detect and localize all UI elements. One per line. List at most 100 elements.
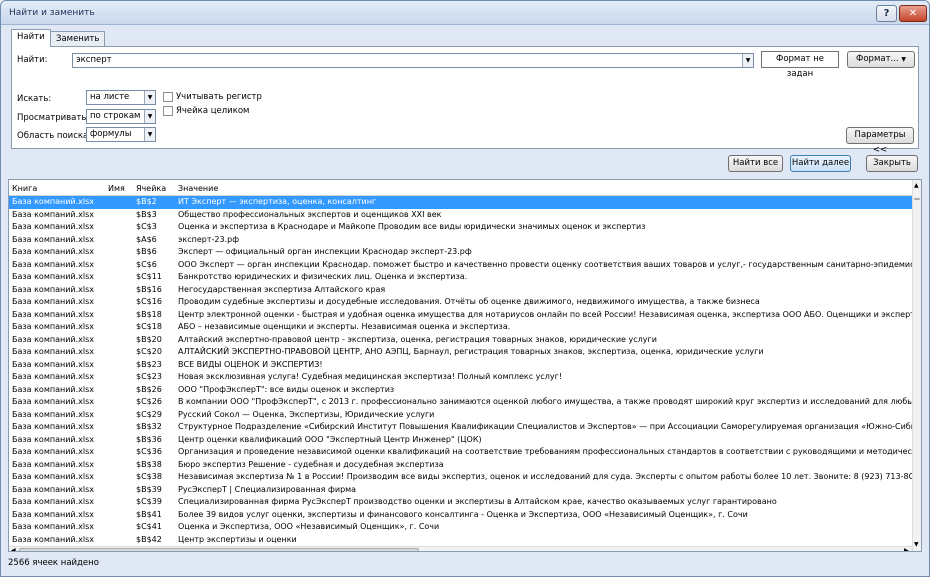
horizontal-scroll-thumb[interactable] <box>19 548 419 551</box>
scroll-left-icon[interactable]: ◀ <box>11 547 16 551</box>
vertical-scroll-thumb[interactable] <box>914 198 920 200</box>
table-row[interactable]: База компаний.xlsx $C$11 Банкротство юриди… <box>9 271 912 284</box>
row-value: ИТ Эксперт — экспертиза, оценка, консалт… <box>178 197 377 206</box>
row-book: База компаний.xlsx <box>12 297 95 306</box>
table-row[interactable]: База компаний.xlsx $C$16 Проводим судебные… <box>9 296 912 309</box>
table-row[interactable]: База компаний.xlsx $C$6 ООО Эксперт — орга… <box>9 259 912 272</box>
row-cell: $B$41 <box>136 509 162 519</box>
row-cell: $B$26 <box>136 384 162 394</box>
find-next-button[interactable]: Найти далее <box>790 155 851 172</box>
table-row[interactable]: База компаний.xlsx $B$42 Центр экспертизы … <box>9 534 912 547</box>
within-select[interactable]: на листе ▼ <box>86 90 156 105</box>
table-row[interactable]: База компаний.xlsx $B$3 Общество профессио… <box>9 209 912 222</box>
scroll-up-icon[interactable]: ▲ <box>914 182 919 189</box>
format-button[interactable]: Формат... ▼ <box>847 51 915 68</box>
table-row[interactable]: База компаний.xlsx $B$23 ВСЕ ВИДЫ ОЦЕНОК И… <box>9 359 912 372</box>
row-value: ООО Эксперт — орган инспекции Краснодар.… <box>178 259 912 269</box>
help-button[interactable]: ? <box>876 5 897 22</box>
row-value: Структурное Подразделение «Сибирский Инс… <box>178 422 912 431</box>
close-window-button[interactable]: ✕ <box>899 5 927 22</box>
row-cell: $B$6 <box>136 247 157 256</box>
close-button[interactable]: Закрыть <box>866 155 918 172</box>
table-row[interactable]: База компаний.xlsx $C$36 Организация и про… <box>9 446 912 459</box>
row-value: Независимая экспертиза № 1 в России! Про… <box>178 472 912 481</box>
find-all-button[interactable]: Найти все <box>728 155 783 172</box>
find-input[interactable]: эксперт ▼ <box>72 53 754 68</box>
row-cell: $B$3 <box>136 209 157 219</box>
horizontal-scrollbar[interactable]: ◀ ▶ <box>9 546 912 551</box>
match-case-checkbox[interactable] <box>163 92 173 102</box>
table-row[interactable]: База компаний.xlsx $C$26 В компании ООО "П… <box>9 396 912 409</box>
tab-replace[interactable]: Заменить <box>50 31 106 47</box>
row-book: База компаний.xlsx <box>12 322 95 331</box>
table-header: Книга Имя Ячейка Значение <box>9 180 921 196</box>
row-book: База компаний.xlsx <box>12 472 95 481</box>
row-book: База компаний.xlsx <box>12 384 95 394</box>
vertical-scrollbar[interactable]: ▲ ▼ <box>912 180 921 551</box>
row-value: Организация и проведение независимой оце… <box>178 447 912 456</box>
table-row[interactable]: База компаний.xlsx $B$41 Более 39 видов ус… <box>9 509 912 522</box>
table-row[interactable]: База компаний.xlsx $B$20 Алтайский эксперт… <box>9 334 912 347</box>
table-row[interactable]: База компаний.xlsx $B$39 РусЭксперТ | Спец… <box>9 484 912 497</box>
match-entire-checkbox[interactable] <box>163 106 173 116</box>
row-value: Эксперт — официальный орган инспекции Кр… <box>178 247 472 256</box>
row-value: РусЭксперТ | Специализированная фирма <box>178 484 357 494</box>
row-book: База компаний.xlsx <box>12 397 95 406</box>
search-chevron-down-icon: ▼ <box>144 110 155 123</box>
table-row[interactable]: База компаний.xlsx $A$6 эксперт-23.рф <box>9 234 912 247</box>
table-row[interactable]: База компаний.xlsx $C$39 Специализированна… <box>9 496 912 509</box>
row-value: АБО – независимые оценщики и эксперты. Н… <box>178 322 511 331</box>
table-row[interactable]: База компаний.xlsx $B$16 Негосударственная… <box>9 284 912 297</box>
table-row[interactable]: База компаний.xlsx $C$29 Русский Сокол — О… <box>9 409 912 422</box>
results-table: Книга Имя Ячейка Значение База компаний.… <box>8 179 922 552</box>
parameters-button[interactable]: Параметры << <box>846 127 914 155</box>
row-cell: $B$23 <box>136 359 162 369</box>
table-row[interactable]: База компаний.xlsx $C$3 Оценка и экспертиз… <box>9 221 912 234</box>
column-header-book[interactable]: Книга <box>12 184 37 193</box>
match-entire-label: Ячейка целиком <box>176 106 250 116</box>
scroll-right-icon[interactable]: ▶ <box>904 547 909 551</box>
row-cell: $C$20 <box>136 347 162 356</box>
column-header-cell[interactable]: Ячейка <box>136 184 166 193</box>
row-cell: $C$41 <box>136 522 162 531</box>
table-row[interactable]: База компаний.xlsx $C$20 АЛТАЙСКИЙ ЭКСПЕРТ… <box>9 346 912 359</box>
table-row[interactable]: База компаний.xlsx $C$18 АБО – независимые… <box>9 321 912 334</box>
table-row[interactable]: База компаний.xlsx $B$36 Центр оценки квал… <box>9 434 912 447</box>
table-row[interactable]: База компаний.xlsx $B$26 ООО "ПрофЭксперТ"… <box>9 384 912 397</box>
row-book: База компаний.xlsx <box>12 359 95 369</box>
column-header-value[interactable]: Значение <box>178 184 218 193</box>
table-row[interactable]: База компаний.xlsx $B$2 ИТ Эксперт — экспе… <box>9 196 912 209</box>
table-row[interactable]: База компаний.xlsx $B$18 Центр электронной… <box>9 309 912 322</box>
row-book: База компаний.xlsx <box>12 309 95 319</box>
tab-find[interactable]: Найти <box>11 29 51 47</box>
row-book: База компаний.xlsx <box>12 497 95 506</box>
find-panel: Найти: эксперт ▼ Формат не задан Формат.… <box>11 46 919 155</box>
row-cell: $B$39 <box>136 484 162 494</box>
table-row[interactable]: База компаний.xlsx $C$41 Оценка и Эксперти… <box>9 521 912 534</box>
row-cell: $C$6 <box>136 259 157 269</box>
search-select-value: по строкам <box>90 111 141 121</box>
row-cell: $B$42 <box>136 534 162 544</box>
row-value: Оценка и экспертиза в Краснодаре и Майко… <box>178 222 646 231</box>
table-row[interactable]: База компаний.xlsx $B$6 Эксперт — официаль… <box>9 246 912 259</box>
find-dropdown-arrow-icon[interactable]: ▼ <box>742 54 753 67</box>
row-cell: $C$11 <box>136 272 162 281</box>
table-row[interactable]: База компаний.xlsx $C$38 Независимая экспе… <box>9 471 912 484</box>
row-book: База компаний.xlsx <box>12 447 95 456</box>
search-select[interactable]: по строкам ▼ <box>86 109 156 124</box>
title-bar[interactable]: Найти и заменить ? ✕ <box>1 1 929 25</box>
look-in-select[interactable]: формулы ▼ <box>86 127 156 142</box>
row-value: В компании ООО "ПрофЭксперТ", с 2013 г. … <box>178 397 912 406</box>
table-row[interactable]: База компаний.xlsx $C$23 Новая эксклюзивна… <box>9 371 912 384</box>
row-cell: $C$38 <box>136 472 162 481</box>
table-row[interactable]: База компаний.xlsx $B$32 Структурное Подра… <box>9 421 912 434</box>
row-cell: $B$38 <box>136 459 162 469</box>
scroll-down-icon[interactable]: ▼ <box>914 541 919 548</box>
column-header-name[interactable]: Имя <box>108 184 125 193</box>
row-value: Оценка и Экспертиза, ООО «Независимый Оц… <box>178 522 440 531</box>
table-row[interactable]: База компаний.xlsx $B$38 Бюро экспертиз Ре… <box>9 459 912 472</box>
row-cell: $B$18 <box>136 309 162 319</box>
format-button-label: Формат... <box>856 54 899 64</box>
row-book: База компаний.xlsx <box>12 234 95 244</box>
row-cell: $C$3 <box>136 222 157 231</box>
